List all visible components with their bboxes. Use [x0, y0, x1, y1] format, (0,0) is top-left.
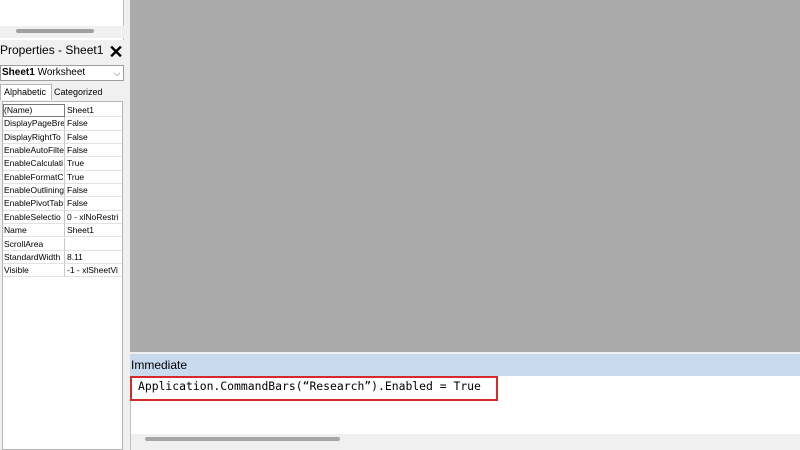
property-row[interactable]: ScrollArea: [3, 237, 122, 251]
immediate-window-scroll-thumb[interactable]: [145, 437, 340, 441]
property-row[interactable]: DisplayPageBre False: [3, 117, 122, 131]
object-selector-dropdown[interactable]: Sheet1 Worksheet: [0, 65, 124, 81]
property-value[interactable]: False: [65, 184, 122, 198]
property-row[interactable]: EnableFormatC True: [3, 170, 122, 185]
property-row[interactable]: Name Sheet1: [3, 224, 122, 238]
property-name: EnableOutlining: [3, 184, 65, 198]
property-row[interactable]: StandardWidth 8.11: [3, 250, 122, 265]
property-value[interactable]: False: [65, 144, 122, 158]
property-value[interactable]: False: [65, 117, 122, 131]
property-value[interactable]: -1 - xlSheetVi: [65, 264, 122, 278]
property-row[interactable]: EnableSelectio 0 - xlNoRestri: [3, 210, 122, 225]
property-value[interactable]: 0 - xlNoRestri: [65, 211, 122, 225]
property-name: EnablePivotTab: [3, 197, 65, 211]
object-selector-name: Sheet1: [2, 67, 35, 78]
property-name: (Name): [3, 104, 65, 118]
object-selector-type: Worksheet: [37, 67, 86, 78]
property-value[interactable]: True: [65, 171, 122, 185]
property-name: EnableAutoFilte: [3, 144, 65, 158]
property-name: Name: [3, 224, 65, 238]
chevron-down-icon[interactable]: ⌵: [111, 66, 123, 80]
close-icon[interactable]: ✕: [106, 42, 126, 62]
property-value[interactable]: False: [65, 197, 122, 211]
tab-alphabetic[interactable]: Alphabetic: [0, 84, 52, 100]
property-value[interactable]: False: [65, 131, 122, 144]
immediate-window-title: Immediate: [130, 354, 800, 376]
property-value[interactable]: Sheet1: [65, 224, 122, 238]
project-explorer-scroll-thumb[interactable]: [16, 29, 94, 33]
property-name: ScrollArea: [3, 237, 65, 251]
tab-categorized[interactable]: Categorized: [52, 86, 107, 100]
property-name: StandardWidth: [3, 250, 65, 265]
property-value[interactable]: Sheet1: [65, 104, 122, 118]
highlight-annotation-box: [130, 376, 498, 401]
property-row[interactable]: Visible -1 - xlSheetVi: [3, 264, 122, 278]
property-name: DisplayPageBre: [3, 117, 65, 131]
property-name: EnableFormatC: [3, 170, 65, 185]
property-name: DisplayRightTo: [3, 130, 65, 144]
property-grid: (Name) Sheet1 DisplayPageBre False DisplayRi…: [2, 101, 123, 450]
property-name: EnableSelectio: [3, 210, 65, 225]
property-row[interactable]: DisplayRightTo False: [3, 130, 122, 144]
property-row[interactable]: (Name) Sheet1: [3, 104, 122, 118]
property-value[interactable]: 8.11: [65, 251, 122, 265]
property-value[interactable]: True: [65, 157, 122, 171]
property-row[interactable]: EnableOutlining False: [3, 184, 122, 198]
property-value[interactable]: [65, 238, 122, 251]
property-name: EnableCalculati: [3, 157, 65, 171]
property-row[interactable]: EnableCalculati True: [3, 157, 122, 171]
code-workspace[interactable]: [130, 0, 800, 352]
property-row[interactable]: EnableAutoFilte False: [3, 144, 122, 158]
property-name: Visible: [3, 264, 65, 278]
property-row[interactable]: EnablePivotTab False: [3, 197, 122, 211]
properties-title: Properties - Sheet1: [0, 43, 104, 57]
